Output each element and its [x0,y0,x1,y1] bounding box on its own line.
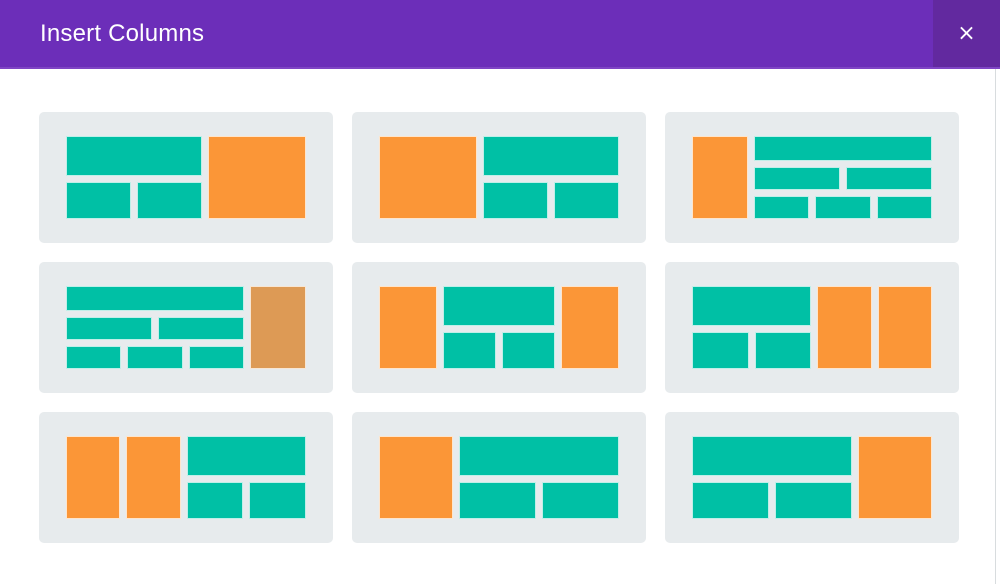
layout-block-teal [876,196,932,219]
layout-block-orange [379,286,437,369]
scrollbar-track[interactable] [995,69,1000,584]
layout-block-teal [692,332,749,369]
layout-option-7[interactable] [39,412,333,543]
layout-block-teal [482,182,548,219]
layout-block-teal [188,346,245,369]
page-title: Insert Columns [40,19,205,47]
close-icon: × [957,20,976,46]
layout-block-teal [186,482,244,519]
layout-block-teal [845,167,932,190]
layout-block-teal [186,436,306,477]
layout-block-teal [127,346,183,369]
layout-block-orange [66,436,121,519]
layout-block-orange [561,286,619,369]
layout-block-teal [249,482,306,519]
layout-block-teal [553,182,619,219]
layout-block-teal [815,196,871,219]
layout-block-teal [443,332,496,369]
layout-block-teal [692,482,770,519]
layout-options-grid [0,69,1000,543]
layout-block-teal [502,332,555,369]
layout-block-teal [458,436,619,477]
layout-block-teal [137,182,203,219]
layout-block-orange [379,136,477,219]
layout-block-teal [458,482,536,519]
insert-columns-modal: Insert Columns × [0,0,1000,584]
layout-block-orange [126,436,181,519]
layout-block-orange [877,286,932,369]
layout-block-teal [692,286,812,327]
layout-block-teal [541,482,620,519]
layout-block-orange [208,136,306,219]
layout-block-teal [753,167,840,190]
layout-option-1[interactable] [39,112,333,243]
layout-block-teal [66,182,132,219]
layout-block-teal [753,196,810,219]
layout-block-teal [66,136,203,177]
layout-block-teal [692,436,853,477]
layout-option-9[interactable] [665,412,959,543]
layout-option-3[interactable] [665,112,959,243]
layout-block-orange [858,436,932,519]
layout-option-8[interactable] [352,412,646,543]
layout-block-teal [66,346,122,369]
modal-header: Insert Columns × [0,0,1000,69]
layout-option-5[interactable] [352,262,646,393]
layout-block-teal [775,482,853,519]
layout-block-orange [692,136,748,219]
layout-block-teal [158,317,245,340]
layout-block-teal [443,286,555,327]
layout-block-teal [482,136,619,177]
layout-block-teal [66,286,245,311]
layout-block-orange [817,286,872,369]
layout-block-teal [753,136,932,161]
layout-option-4[interactable] [39,262,333,393]
layout-option-2[interactable] [352,112,646,243]
layout-block-orange-hover [250,286,306,369]
layout-block-orange [379,436,453,519]
close-button[interactable]: × [933,0,1000,67]
layout-block-teal [754,332,812,369]
layout-block-teal [66,317,153,340]
layout-option-6[interactable] [665,262,959,393]
